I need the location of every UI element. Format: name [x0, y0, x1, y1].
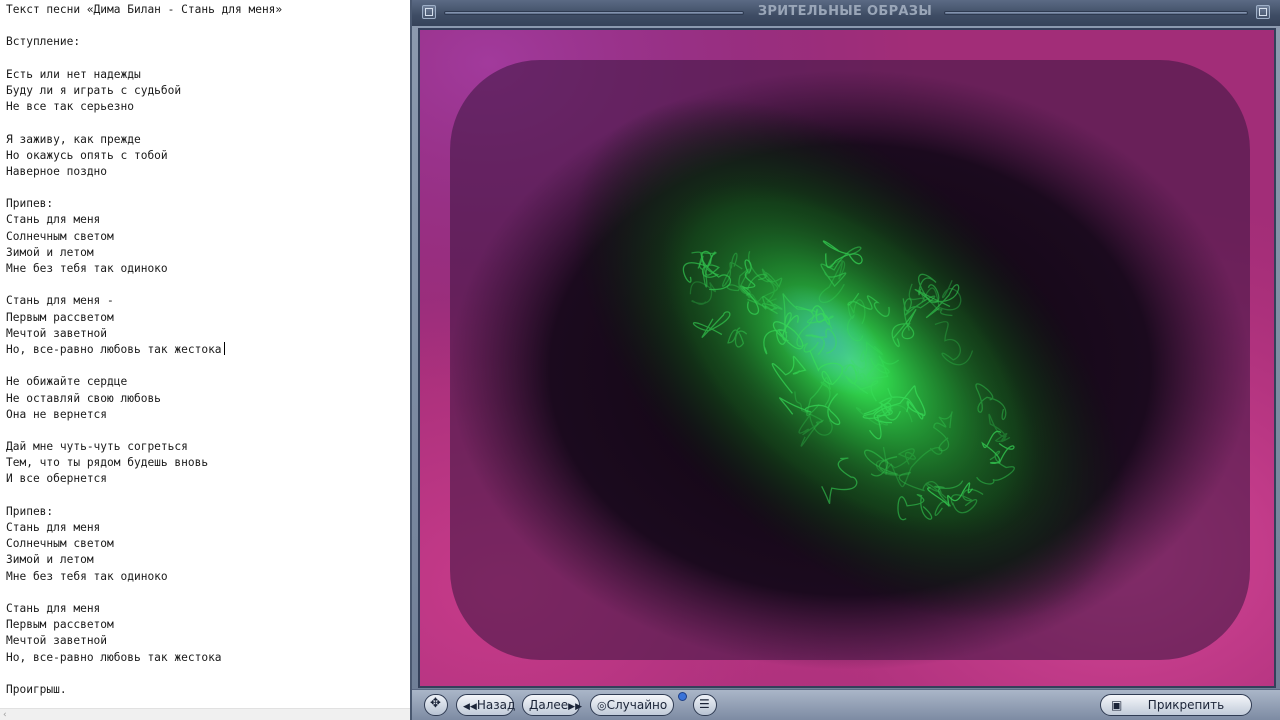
random-button[interactable]: ◎Случайно [590, 694, 674, 716]
next-button[interactable]: Далее▶▶ [522, 694, 583, 716]
editor-line[interactable]: Буду ли я играть с судьбой [6, 83, 406, 99]
text-editor[interactable]: Текст песни «Дима Билан - Стань для меня… [0, 0, 410, 720]
title-rail-left [444, 11, 744, 15]
editor-line[interactable]: Не все так серьезно [6, 99, 406, 115]
editor-line[interactable]: Не обижайте сердце [6, 374, 406, 390]
editor-line[interactable]: Я заживу, как прежде [6, 132, 406, 148]
editor-line[interactable] [6, 51, 406, 67]
window-menu-icon[interactable] [422, 5, 436, 19]
editor-line[interactable] [6, 585, 406, 601]
editor-line[interactable] [6, 115, 406, 131]
editor-line[interactable] [6, 423, 406, 439]
editor-line[interactable]: Тем, что ты рядом будешь вновь [6, 455, 406, 471]
editor-line[interactable] [6, 488, 406, 504]
editor-line[interactable]: Но, все-равно любовь так жестока [6, 341, 406, 358]
pin-icon: ▣ [1111, 698, 1123, 712]
fast-forward-icon: ▶▶ [568, 702, 583, 712]
rewind-icon: ◀◀ [463, 702, 477, 712]
editor-line[interactable]: Мне без тебя так одиноко [6, 261, 406, 277]
horizontal-scrollbar[interactable]: ‹ [0, 708, 410, 720]
editor-line[interactable]: Мне без тебя так одиноко [6, 569, 406, 585]
editor-line[interactable]: Текст песни «Дима Билан - Стань для меня… [6, 2, 406, 18]
editor-line[interactable]: Не оставляй свою любовь [6, 391, 406, 407]
editor-line[interactable]: Зимой и летом [6, 245, 406, 261]
chevron-left-icon[interactable]: ‹ [3, 709, 7, 720]
editor-line[interactable]: И все обернется [6, 471, 406, 487]
pin-button[interactable]: ▣ Прикрепить [1100, 694, 1252, 716]
visualization-canvas [420, 30, 1274, 686]
editor-line[interactable]: Стань для меня [6, 520, 406, 536]
visualization-display[interactable] [418, 28, 1276, 688]
editor-line[interactable]: Первым рассветом [6, 617, 406, 633]
editor-line[interactable] [6, 277, 406, 293]
title-rail-right [944, 11, 1248, 15]
editor-line[interactable] [6, 180, 406, 196]
random-label: Случайно [606, 698, 668, 712]
back-button[interactable]: ◀◀Назад [456, 694, 516, 716]
editor-line[interactable]: Но, все-равно любовь так жестока [6, 650, 406, 666]
editor-line[interactable]: Стань для меня - [6, 293, 406, 309]
lyrics-text[interactable]: Текст песни «Дима Билан - Стань для меня… [6, 2, 406, 698]
editor-line[interactable]: Проигрыш. [6, 682, 406, 698]
list-menu-icon[interactable]: ☰ [693, 694, 717, 716]
maximize-icon[interactable] [1256, 5, 1270, 19]
editor-line[interactable]: Солнечным светом [6, 229, 406, 245]
editor-line[interactable] [6, 358, 406, 374]
editor-line[interactable]: Наверное поздно [6, 164, 406, 180]
editor-line[interactable] [6, 18, 406, 34]
editor-line[interactable] [6, 666, 406, 682]
window-title: ЗРИТЕЛЬНЫЕ ОБРАЗЫ [757, 4, 933, 19]
editor-line[interactable]: Припев: [6, 504, 406, 520]
text-caret [223, 341, 225, 355]
move-arrows-icon[interactable]: ✥ [424, 694, 448, 716]
editor-line[interactable]: Вступление: [6, 34, 406, 50]
title-bar[interactable]: ЗРИТЕЛЬНЫЕ ОБРАЗЫ [412, 0, 1280, 26]
shuffle-icon: ◎ [597, 699, 607, 712]
editor-line[interactable]: Мечтой заветной [6, 326, 406, 342]
editor-line[interactable]: Дай мне чуть-чуть согреться [6, 439, 406, 455]
editor-line[interactable]: Мечтой заветной [6, 633, 406, 649]
control-bar: ✥ ◀◀Назад Далее▶▶ ◎Случайно ☰ ▣ Прикрепит… [412, 689, 1280, 720]
next-label: Далее [529, 698, 569, 712]
editor-line[interactable]: Стань для меня [6, 601, 406, 617]
editor-line[interactable]: Первым рассветом [6, 310, 406, 326]
editor-line[interactable]: Она не вернется [6, 407, 406, 423]
visualization-window: ЗРИТЕЛЬНЫЕ ОБРАЗЫ ✥ ◀◀Назад Далее▶▶ ◎Слу… [410, 0, 1280, 720]
editor-line[interactable]: Солнечным светом [6, 536, 406, 552]
editor-line[interactable]: Стань для меня [6, 212, 406, 228]
editor-line[interactable]: Есть или нет надежды [6, 67, 406, 83]
screen: Текст песни «Дима Билан - Стань для меня… [0, 0, 1280, 720]
editor-line[interactable]: Но окажусь опять с тобой [6, 148, 406, 164]
info-badge-icon[interactable] [678, 692, 687, 701]
editor-line[interactable]: Припев: [6, 196, 406, 212]
back-label: Назад [476, 698, 516, 712]
pin-label: Прикрепить [1147, 698, 1225, 712]
editor-line[interactable]: Зимой и летом [6, 552, 406, 568]
